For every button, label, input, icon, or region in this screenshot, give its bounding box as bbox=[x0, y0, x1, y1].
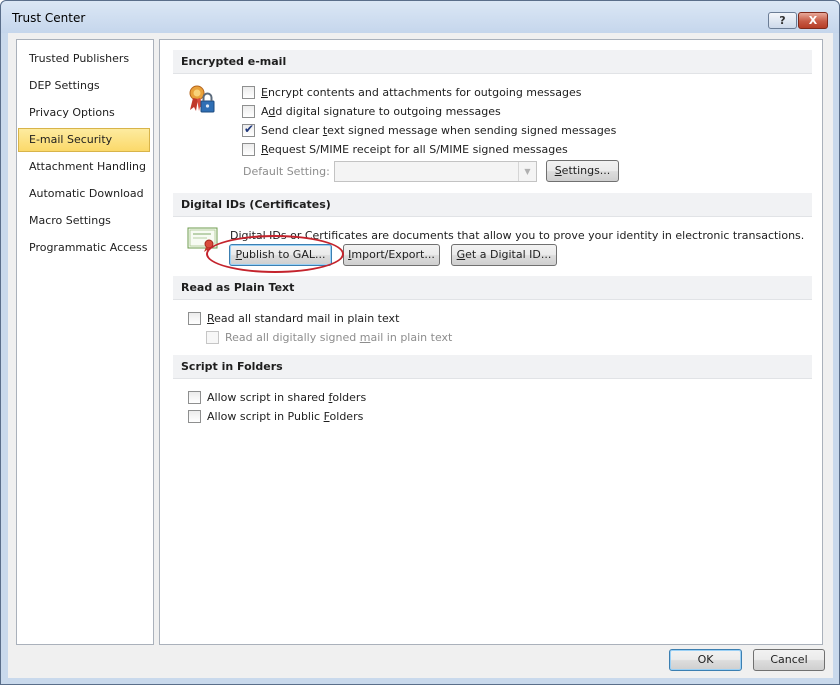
script-public-folders-checkbox[interactable] bbox=[188, 410, 201, 423]
script-shared-folders-label: Allow script in shared folders bbox=[207, 391, 367, 404]
sidebar-item-programmatic-access[interactable]: Programmatic Access bbox=[18, 236, 150, 260]
request-receipt-label: Request S/MIME receipt for all S/MIME si… bbox=[261, 143, 568, 156]
dialog-client: Trusted Publishers DEP Settings Privacy … bbox=[8, 33, 833, 678]
ok-button[interactable]: OK bbox=[669, 649, 742, 671]
get-digital-id-button[interactable]: Get a Digital ID... bbox=[451, 244, 557, 266]
sidebar-item-trusted-publishers[interactable]: Trusted Publishers bbox=[18, 47, 150, 71]
sidebar-item-automatic-download[interactable]: Automatic Download bbox=[18, 182, 150, 206]
add-signature-label: Add digital signature to outgoing messag… bbox=[261, 105, 501, 118]
import-export-button[interactable]: Import/Export... bbox=[343, 244, 440, 266]
chevron-down-icon[interactable]: ▼ bbox=[518, 162, 536, 181]
cancel-button[interactable]: Cancel bbox=[753, 649, 825, 671]
encrypt-contents-checkbox[interactable] bbox=[242, 86, 255, 99]
digital-ids-header: Digital IDs (Certificates) bbox=[173, 193, 812, 217]
settings-button[interactable]: Settings... bbox=[546, 160, 619, 182]
trust-center-window: Trust Center ? X Trusted Publishers DEP … bbox=[0, 0, 840, 685]
read-standard-plain-label: Read all standard mail in plain text bbox=[207, 312, 400, 325]
sidebar-item-privacy-options[interactable]: Privacy Options bbox=[18, 101, 150, 125]
add-signature-checkbox[interactable] bbox=[242, 105, 255, 118]
script-shared-folders-checkbox[interactable] bbox=[188, 391, 201, 404]
ribbon-lock-icon bbox=[187, 84, 217, 119]
plain-text-header: Read as Plain Text bbox=[173, 276, 812, 300]
sidebar-item-attachment-handling[interactable]: Attachment Handling bbox=[18, 155, 150, 179]
encrypted-email-header: Encrypted e-mail bbox=[173, 50, 812, 74]
close-button[interactable]: X bbox=[798, 12, 828, 29]
title-bar[interactable]: Trust Center ? X bbox=[1, 1, 839, 33]
read-signed-plain-checkbox[interactable] bbox=[206, 331, 219, 344]
encrypt-contents-label: Encrypt contents and attachments for out… bbox=[261, 86, 582, 99]
request-receipt-checkbox[interactable] bbox=[242, 143, 255, 156]
script-folders-header: Script in Folders bbox=[173, 355, 812, 379]
sidebar-item-macro-settings[interactable]: Macro Settings bbox=[18, 209, 150, 233]
sidebar-item-dep-settings[interactable]: DEP Settings bbox=[18, 74, 150, 98]
email-security-pane: Encrypted e-mail Encrypt contents and at… bbox=[159, 39, 823, 645]
category-list: Trusted Publishers DEP Settings Privacy … bbox=[16, 39, 154, 645]
read-standard-plain-checkbox[interactable] bbox=[188, 312, 201, 325]
read-signed-plain-label: Read all digitally signed mail in plain … bbox=[225, 331, 453, 344]
send-clear-text-label: Send clear text signed message when send… bbox=[261, 124, 617, 137]
annotation-highlight-oval bbox=[206, 235, 344, 273]
script-public-folders-label: Allow script in Public Folders bbox=[207, 410, 364, 423]
default-setting-dropdown[interactable]: ▼ bbox=[334, 161, 537, 182]
send-clear-text-checkbox[interactable] bbox=[242, 122, 255, 137]
sidebar-item-email-security[interactable]: E-mail Security bbox=[18, 128, 150, 152]
window-title: Trust Center bbox=[12, 11, 86, 25]
help-button[interactable]: ? bbox=[768, 12, 797, 29]
